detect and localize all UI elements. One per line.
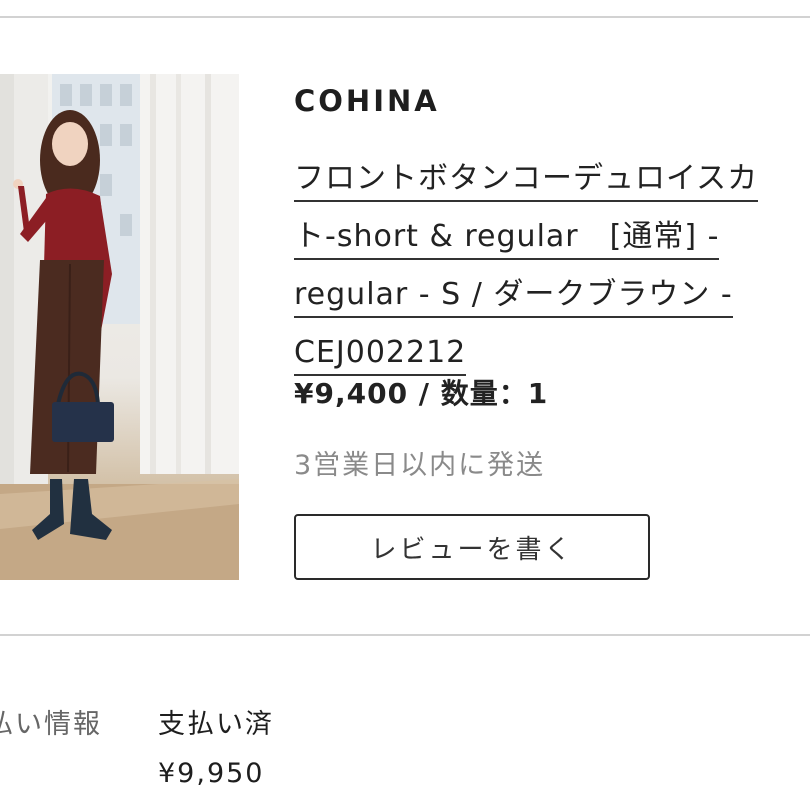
product-title-line[interactable]: ト-short & regular [通常] - xyxy=(294,218,720,260)
product-title-line[interactable]: CEJ002212 xyxy=(294,334,467,376)
shipping-info: 3営業日以内に発送 xyxy=(294,450,546,481)
product-title-line[interactable]: regular - S / ダークブラウン - xyxy=(294,276,733,318)
product-title-link[interactable]: フロントボタンコーデュロイスカ ト-short & regular [通常] -… xyxy=(294,150,810,382)
payment-status: 支払い済 xyxy=(158,709,274,740)
payment-info-label: 払い情報 xyxy=(0,709,102,740)
product-title-line[interactable]: フロントボタンコーデュロイスカ xyxy=(294,160,759,202)
top-divider xyxy=(0,16,810,18)
brand-name: COHINA xyxy=(294,84,440,118)
payment-amount: ¥9,950 xyxy=(158,758,265,789)
write-review-button[interactable]: レビューを書く xyxy=(294,514,650,580)
price-quantity: ¥9,400 / 数量：1 xyxy=(294,377,549,410)
section-divider xyxy=(0,634,810,636)
product-photo-icon xyxy=(0,74,239,580)
product-image[interactable] xyxy=(0,74,239,580)
